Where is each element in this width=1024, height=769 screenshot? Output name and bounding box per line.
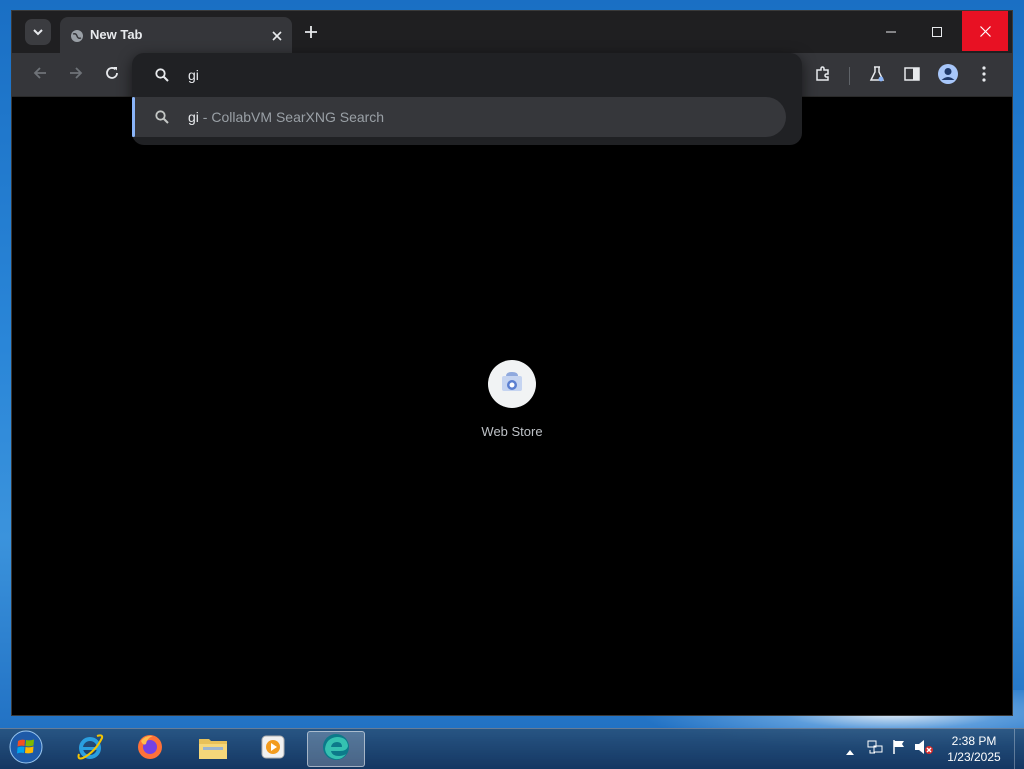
toolbar-divider: [849, 67, 850, 85]
chevron-up-icon: [846, 740, 854, 759]
new-tab-button[interactable]: [302, 23, 320, 41]
clock-time: 2:38 PM: [951, 734, 997, 748]
flag-icon: [891, 739, 907, 759]
reload-button[interactable]: [102, 65, 122, 85]
side-panel-icon: [904, 66, 920, 86]
puzzle-icon: [814, 65, 832, 87]
tab-new-tab[interactable]: New Tab: [60, 17, 292, 53]
shortcut-icon-container: [488, 360, 536, 408]
tab-close-button[interactable]: [268, 26, 286, 44]
internet-explorer-icon: [75, 732, 105, 766]
network-tray-icon[interactable]: [865, 737, 885, 761]
forward-button[interactable]: [66, 65, 86, 85]
menu-button[interactable]: [973, 65, 995, 87]
minimize-button[interactable]: [868, 11, 914, 51]
shortcut-web-store[interactable]: Web Store: [467, 358, 557, 448]
taskbar-file-explorer[interactable]: [185, 731, 241, 767]
start-button[interactable]: [6, 730, 46, 768]
taskbar-internet-explorer[interactable]: [62, 731, 118, 767]
show-desktop-button[interactable]: [1014, 729, 1024, 769]
suggestion-text: gi - CollabVM SearXNG Search: [188, 109, 384, 125]
volume-muted-icon: [914, 739, 934, 759]
plus-icon: [305, 23, 317, 42]
taskbar: 2:38 PM 1/23/2025: [0, 728, 1024, 769]
profile-button[interactable]: [937, 63, 959, 89]
arrow-left-icon: [32, 65, 48, 85]
tab-title: New Tab: [90, 27, 143, 42]
minimize-icon: [886, 22, 896, 41]
new-tab-page: Web Store: [12, 97, 1012, 715]
taskbar-edge[interactable]: [307, 731, 365, 767]
file-explorer-icon: [197, 733, 229, 765]
chevron-down-icon: [32, 23, 44, 42]
maximize-icon: [932, 22, 942, 41]
close-icon: [272, 26, 282, 45]
action-center-tray-icon[interactable]: [889, 737, 909, 761]
media-player-icon: [258, 732, 288, 766]
system-clock[interactable]: 2:38 PM 1/23/2025: [938, 733, 1010, 765]
back-button[interactable]: [30, 65, 50, 85]
avatar-icon: [937, 63, 959, 89]
close-icon: [979, 22, 991, 41]
clock-date: 1/23/2025: [947, 750, 1001, 764]
omnibox-dropdown: gi - CollabVM SearXNG Search: [132, 53, 802, 145]
labs-button[interactable]: [866, 65, 888, 87]
tab-strip: New Tab: [12, 11, 1012, 53]
more-vertical-icon: [982, 66, 986, 86]
reload-icon: [104, 65, 120, 85]
flask-icon: [868, 65, 886, 87]
taskbar-media-player[interactable]: [245, 731, 301, 767]
maximize-button[interactable]: [914, 11, 960, 51]
globe-icon: [70, 28, 84, 42]
omnibox-suggestion[interactable]: gi - CollabVM SearXNG Search: [132, 97, 786, 137]
web-store-icon: [501, 372, 523, 396]
network-icon: [867, 739, 883, 759]
volume-tray-icon[interactable]: [913, 737, 935, 761]
arrow-right-icon: [68, 65, 84, 85]
tab-search-button[interactable]: [25, 19, 51, 45]
shortcut-label: Web Store: [481, 424, 543, 439]
suggestion-query: gi: [188, 109, 199, 125]
close-window-button[interactable]: [962, 11, 1008, 51]
search-icon: [154, 67, 170, 83]
suggestion-separator: -: [198, 109, 212, 125]
extensions-button[interactable]: [812, 65, 834, 87]
taskbar-firefox[interactable]: [122, 731, 178, 767]
selection-indicator: [132, 97, 135, 137]
side-panel-button[interactable]: [901, 65, 923, 87]
browser-window: New Tab Web Store gi gi - CollabVM SearX…: [11, 10, 1013, 716]
search-icon: [154, 109, 170, 125]
windows-logo-icon: [9, 730, 43, 768]
firefox-icon: [135, 732, 165, 766]
show-hidden-icons-button[interactable]: [844, 737, 856, 761]
address-bar-input[interactable]: [188, 65, 748, 85]
edge-icon: [320, 731, 352, 767]
suggestion-engine: CollabVM SearXNG Search: [211, 109, 385, 125]
